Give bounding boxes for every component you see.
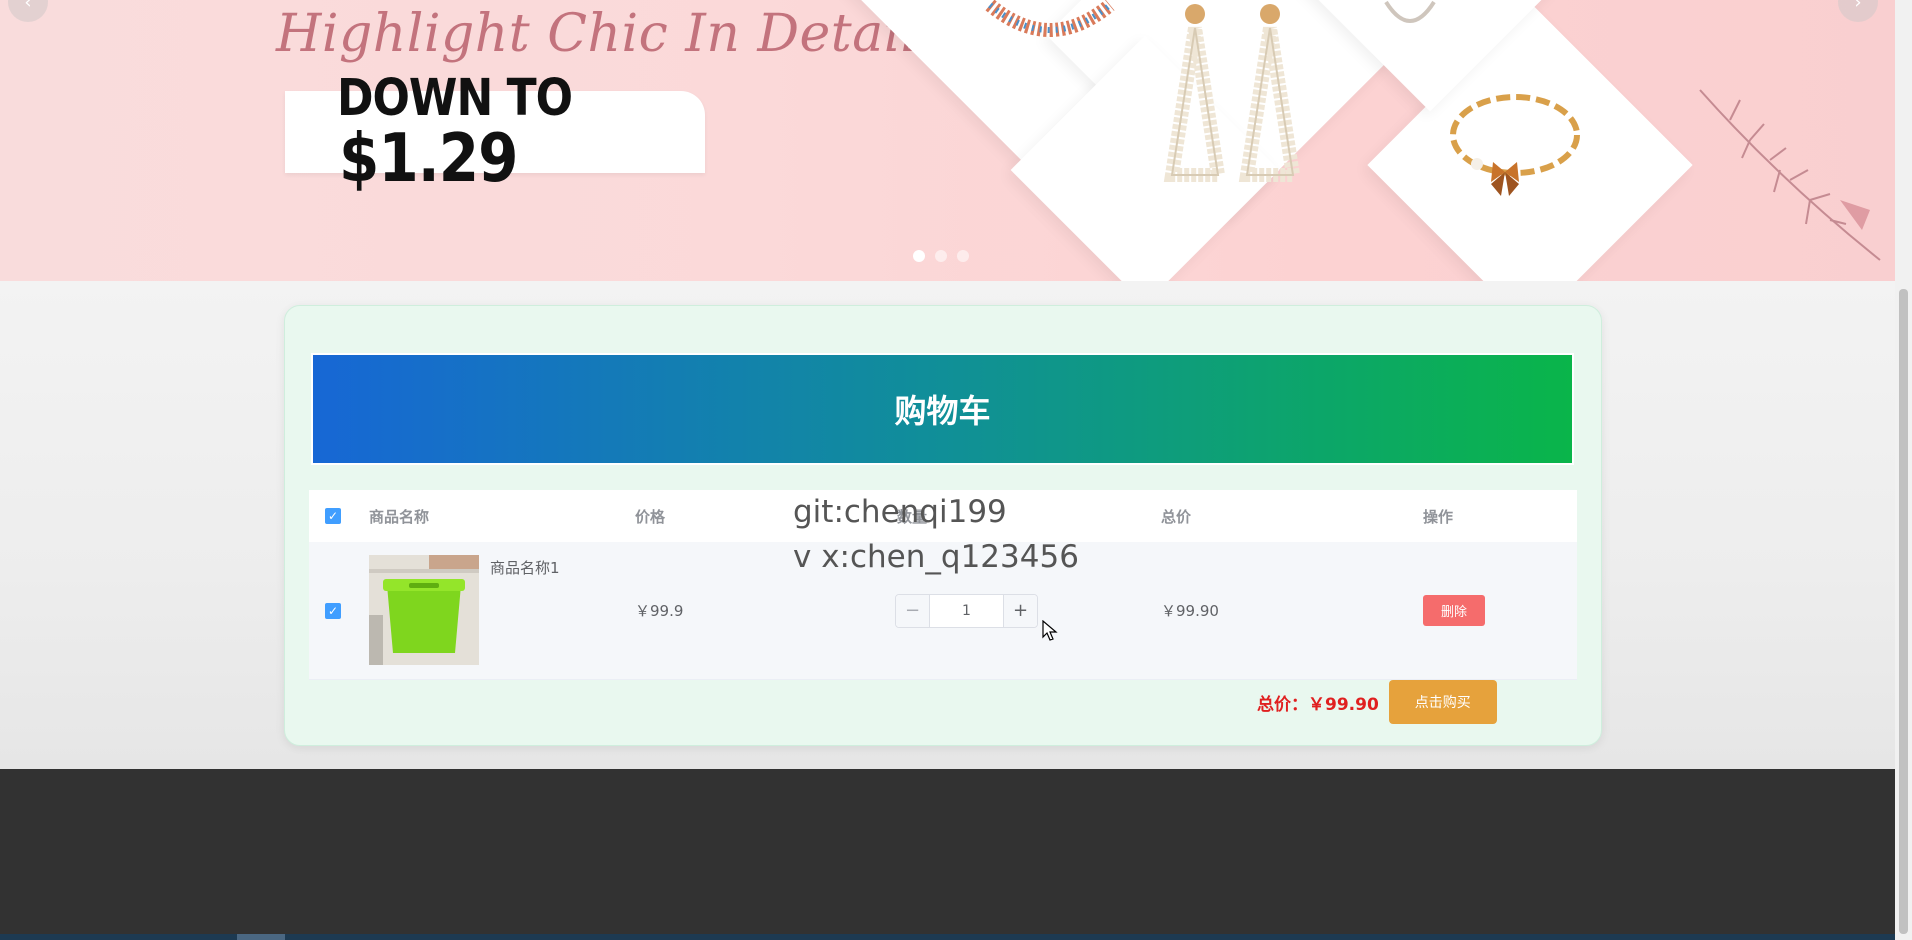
- carousel-indicators: [913, 250, 969, 262]
- watermark-line-1: git:chenqi199: [793, 494, 1007, 530]
- decrease-button[interactable]: −: [896, 594, 930, 627]
- butterfly-bracelet-image: [1450, 94, 1580, 196]
- green-bin-image: [369, 554, 479, 665]
- mouse-cursor-icon: [1042, 620, 1058, 641]
- select-all-checkbox[interactable]: ✓: [325, 508, 341, 524]
- product-price: ￥99.9: [635, 602, 684, 620]
- product-subtotal: ￥99.90: [1161, 602, 1219, 620]
- banner-title: Highlight Chic In Details: [276, 4, 946, 64]
- ring-image: [1384, 0, 1436, 23]
- chevron-right-icon: ›: [1854, 0, 1862, 13]
- minus-icon: −: [904, 600, 921, 621]
- banner-carousel: Highlight Chic In Details DOWN TO$1.29 ‹: [0, 0, 1895, 281]
- watermark: git:chenqi199 v x:chen_q123456: [793, 490, 1079, 580]
- row-checkbox[interactable]: ✓: [325, 602, 341, 619]
- cart-title: 购物车: [894, 392, 991, 430]
- column-operation: 操作: [1423, 507, 1454, 526]
- column-name: 商品名称: [369, 507, 430, 526]
- carousel-dot-3[interactable]: [957, 250, 969, 262]
- carousel-dot-1[interactable]: [913, 250, 925, 262]
- product-image: [369, 554, 479, 665]
- carousel-prev-button[interactable]: ‹: [8, 0, 48, 22]
- quantity-stepper: − 1 +: [895, 593, 1038, 628]
- beaded-bracelet-image: [985, 0, 1115, 37]
- page-scrollbar[interactable]: [1895, 0, 1912, 940]
- buy-button[interactable]: 点击购买: [1388, 680, 1497, 724]
- cart-header: 购物车: [311, 353, 1574, 465]
- watermark-line-2: v x:chen_q123456: [793, 539, 1079, 575]
- footer: [0, 769, 1895, 935]
- bottom-bar-tab: [237, 934, 285, 940]
- total-value: ￥99.90: [1308, 694, 1379, 715]
- delete-button[interactable]: 删除: [1423, 595, 1485, 626]
- promo-price: $1.29: [339, 118, 518, 197]
- column-total: 总价: [1161, 507, 1192, 526]
- promo-text: DOWN TO$1.29: [337, 69, 705, 197]
- carousel-next-button[interactable]: ›: [1838, 0, 1878, 22]
- quantity-input[interactable]: 1: [930, 603, 1003, 619]
- carousel-dot-2[interactable]: [935, 250, 947, 262]
- plus-icon: +: [1012, 600, 1029, 621]
- decorative-branch: [1699, 89, 1881, 261]
- scrollbar-thumb[interactable]: [1899, 289, 1908, 934]
- promo-box: DOWN TO$1.29: [285, 69, 705, 197]
- check-icon: ✓: [327, 509, 339, 523]
- chevron-left-icon: ‹: [24, 0, 32, 13]
- increase-button[interactable]: +: [1003, 594, 1037, 627]
- product-cell: 商品名称1: [369, 554, 635, 667]
- total-label: 总价：: [1257, 694, 1308, 715]
- pearl-earrings-image: [1163, 4, 1302, 182]
- cart-summary: 总价： ￥99.90 点击购买: [1257, 680, 1497, 724]
- check-icon: ✓: [327, 603, 339, 618]
- product-name: 商品名称1: [490, 558, 560, 577]
